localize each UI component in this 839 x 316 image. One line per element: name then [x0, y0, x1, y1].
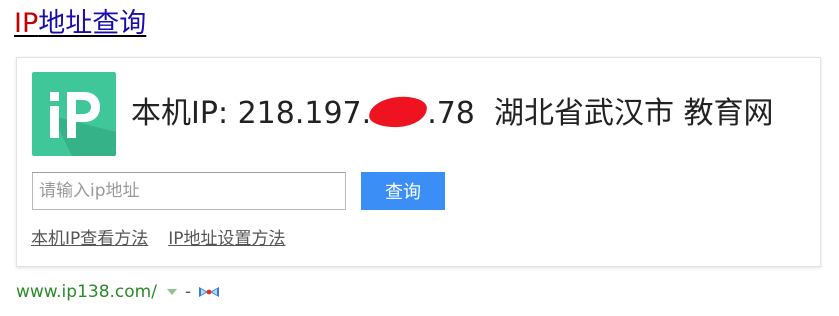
link-ip-setting-method[interactable]: IP地址设置方法 — [168, 229, 285, 249]
ip-search-input[interactable] — [32, 172, 346, 210]
redaction-mark — [368, 95, 428, 129]
help-links: 本机IP查看方法 IP地址设置方法 — [31, 228, 306, 250]
query-button[interactable]: 查询 — [361, 172, 445, 210]
ip-result-card: 本机IP: 218.197. .78 湖北省武汉市 教育网 查询 本机IP查看方法… — [16, 57, 821, 267]
ip-location: 湖北省武汉市 教育网 — [493, 96, 774, 131]
result-footer: www.ip138.com/ - — [16, 281, 221, 303]
result-title-text: 地址查询 — [38, 8, 147, 39]
bow-icon[interactable] — [197, 284, 221, 300]
footer-separator: - — [184, 282, 192, 302]
result-title-highlight: IP — [14, 8, 39, 39]
ip-info-line: 本机IP: 218.197. .78 湖北省武汉市 教育网 — [131, 94, 774, 134]
result-url[interactable]: www.ip138.com/ — [16, 281, 157, 303]
dropdown-arrow-icon[interactable] — [166, 289, 177, 295]
ip-label: 本机IP: 218.197. — [131, 96, 372, 131]
link-view-local-ip-method[interactable]: 本机IP查看方法 — [31, 229, 148, 249]
ip-logo-icon — [32, 72, 116, 156]
ip-suffix: .78 — [427, 96, 475, 131]
result-title-link[interactable]: IP地址查询 — [14, 5, 146, 43]
